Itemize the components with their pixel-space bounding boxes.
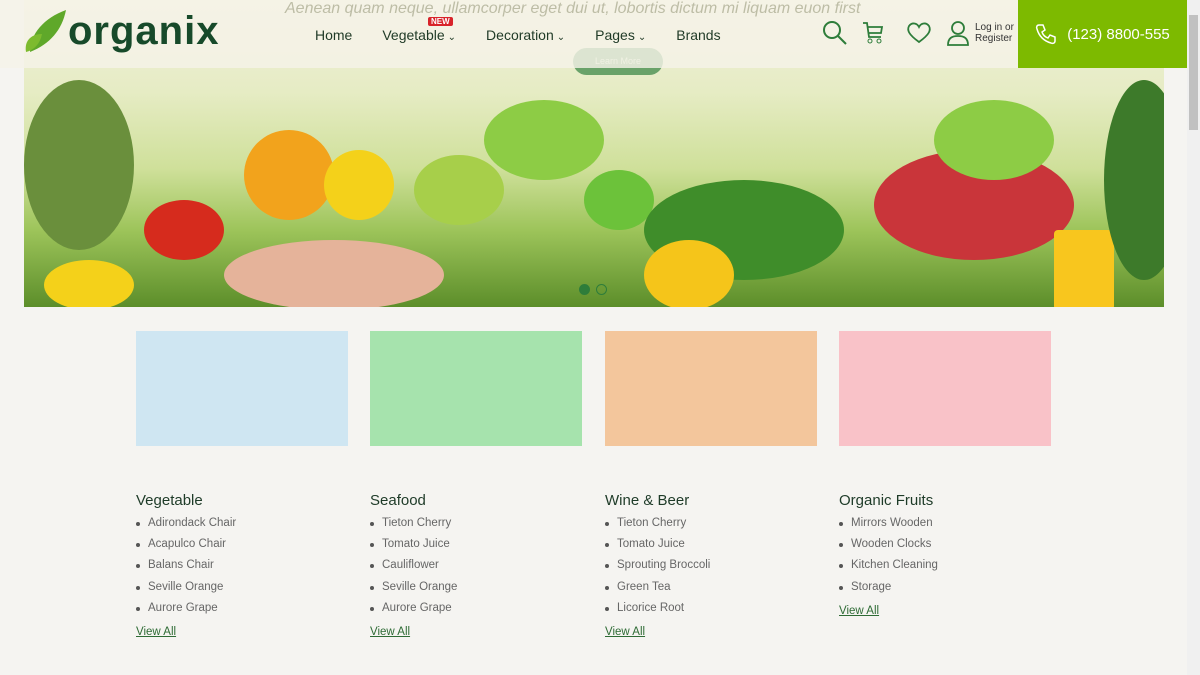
category-list: Adirondack Chair Acapulco Chair Balans Cha… — [136, 517, 348, 623]
nav-pages[interactable]: Pages ⌄ — [595, 27, 646, 43]
category-item[interactable]: Kitchen Cleaning — [839, 559, 1051, 580]
category-title[interactable]: Seafood — [370, 492, 582, 509]
category-title[interactable]: Organic Fruits — [839, 492, 1051, 509]
category-item[interactable]: Tieton Cherry — [605, 517, 817, 538]
category-item[interactable]: Balans Chair — [136, 559, 348, 580]
category-item[interactable]: Tieton Cherry — [370, 517, 582, 538]
category-item[interactable]: Licorice Root — [605, 602, 817, 623]
cart-icon[interactable] — [862, 21, 884, 45]
logo-text: organix — [68, 8, 220, 53]
heart-icon[interactable] — [906, 22, 932, 44]
view-all-link[interactable]: View All — [136, 626, 348, 638]
category-item[interactable]: Storage — [839, 581, 1051, 602]
leaf-icon — [25, 10, 66, 52]
nav-decoration[interactable]: Decoration ⌄ — [486, 27, 565, 43]
view-all-link[interactable]: View All — [370, 626, 582, 638]
category-item[interactable]: Seville Orange — [370, 581, 582, 602]
hero-subtitle: Aenean quam neque, ullamcorper eget dui … — [285, 0, 861, 17]
new-badge: NEW — [428, 17, 453, 26]
category-item[interactable]: Aurore Grape — [370, 602, 582, 623]
nav-brands[interactable]: Brands — [676, 27, 720, 43]
chevron-down-icon: ⌄ — [447, 32, 457, 43]
user-icon — [947, 21, 969, 46]
phone-contact[interactable]: (123) 8800-555 — [1018, 0, 1187, 68]
nav-label: Brands — [676, 27, 721, 43]
category-image[interactable] — [136, 331, 348, 446]
register-link[interactable]: Register — [975, 33, 1012, 44]
main-nav: Home Vegetable ⌄ Decoration ⌄ Pages ⌄ Brand… — [315, 27, 751, 43]
view-all-link[interactable]: View All — [839, 605, 1051, 617]
category-image[interactable] — [370, 331, 582, 446]
category-item[interactable]: Adirondack Chair — [136, 517, 348, 538]
category-card: Wine & Beer Tieton Cherry Tomato Juice Spr… — [605, 331, 817, 638]
phone-icon — [1036, 24, 1056, 45]
category-item[interactable]: Tomato Juice — [370, 538, 582, 559]
nav-vegetable[interactable]: Vegetable ⌄ — [382, 27, 456, 43]
category-item[interactable]: Wooden Clocks — [839, 538, 1051, 559]
category-title[interactable]: Vegetable — [136, 492, 348, 509]
nav-home[interactable]: Home — [315, 27, 352, 43]
category-item[interactable]: Green Tea — [605, 581, 817, 602]
category-item[interactable]: Mirrors Wooden — [839, 517, 1051, 538]
chevron-down-icon: ⌄ — [556, 32, 566, 43]
account-link[interactable]: Log in or Register — [946, 20, 1014, 46]
category-item[interactable]: Aurore Grape — [136, 602, 348, 623]
category-item[interactable]: Tomato Juice — [605, 538, 817, 559]
category-card: Seafood Tieton Cherry Tomato Juice Caulifl… — [370, 331, 582, 638]
category-list: Mirrors Wooden Wooden Clocks Kitchen Clean… — [839, 517, 1051, 602]
scrollbar-thumb[interactable] — [1189, 15, 1198, 130]
scrollbar[interactable] — [1187, 0, 1200, 675]
phone-number: (123) 8800-555 — [1067, 25, 1170, 43]
view-all-link[interactable]: View All — [605, 626, 817, 638]
slide-dot-2[interactable] — [596, 284, 607, 295]
category-card: Organic Fruits Mirrors Wooden Wooden Cloc… — [839, 331, 1051, 617]
category-item[interactable]: Acapulco Chair — [136, 538, 348, 559]
slider-dots — [579, 284, 607, 295]
search-icon[interactable] — [822, 20, 848, 46]
category-title[interactable]: Wine & Beer — [605, 492, 817, 509]
category-image[interactable] — [839, 331, 1051, 446]
nav-label: Pages — [595, 27, 635, 43]
category-list: Tieton Cherry Tomato Juice Sprouting Brocc… — [605, 517, 817, 623]
chevron-down-icon: ⌄ — [637, 32, 647, 43]
category-item[interactable]: Cauliflower — [370, 559, 582, 580]
category-item[interactable]: Seville Orange — [136, 581, 348, 602]
or-text: or — [1005, 22, 1014, 33]
nav-label: Decoration — [486, 27, 554, 43]
slide-dot-1[interactable] — [579, 284, 590, 295]
login-link[interactable]: Log in — [975, 22, 1002, 33]
category-item[interactable]: Sprouting Broccoli — [605, 559, 817, 580]
category-list: Tieton Cherry Tomato Juice Cauliflower Sevi… — [370, 517, 582, 623]
category-image[interactable] — [605, 331, 817, 446]
nav-label: Home — [315, 27, 353, 43]
logo[interactable]: organix — [24, 8, 219, 54]
category-card: Vegetable Adirondack Chair Acapulco Chair… — [136, 331, 348, 638]
nav-label: Vegetable — [382, 27, 445, 43]
